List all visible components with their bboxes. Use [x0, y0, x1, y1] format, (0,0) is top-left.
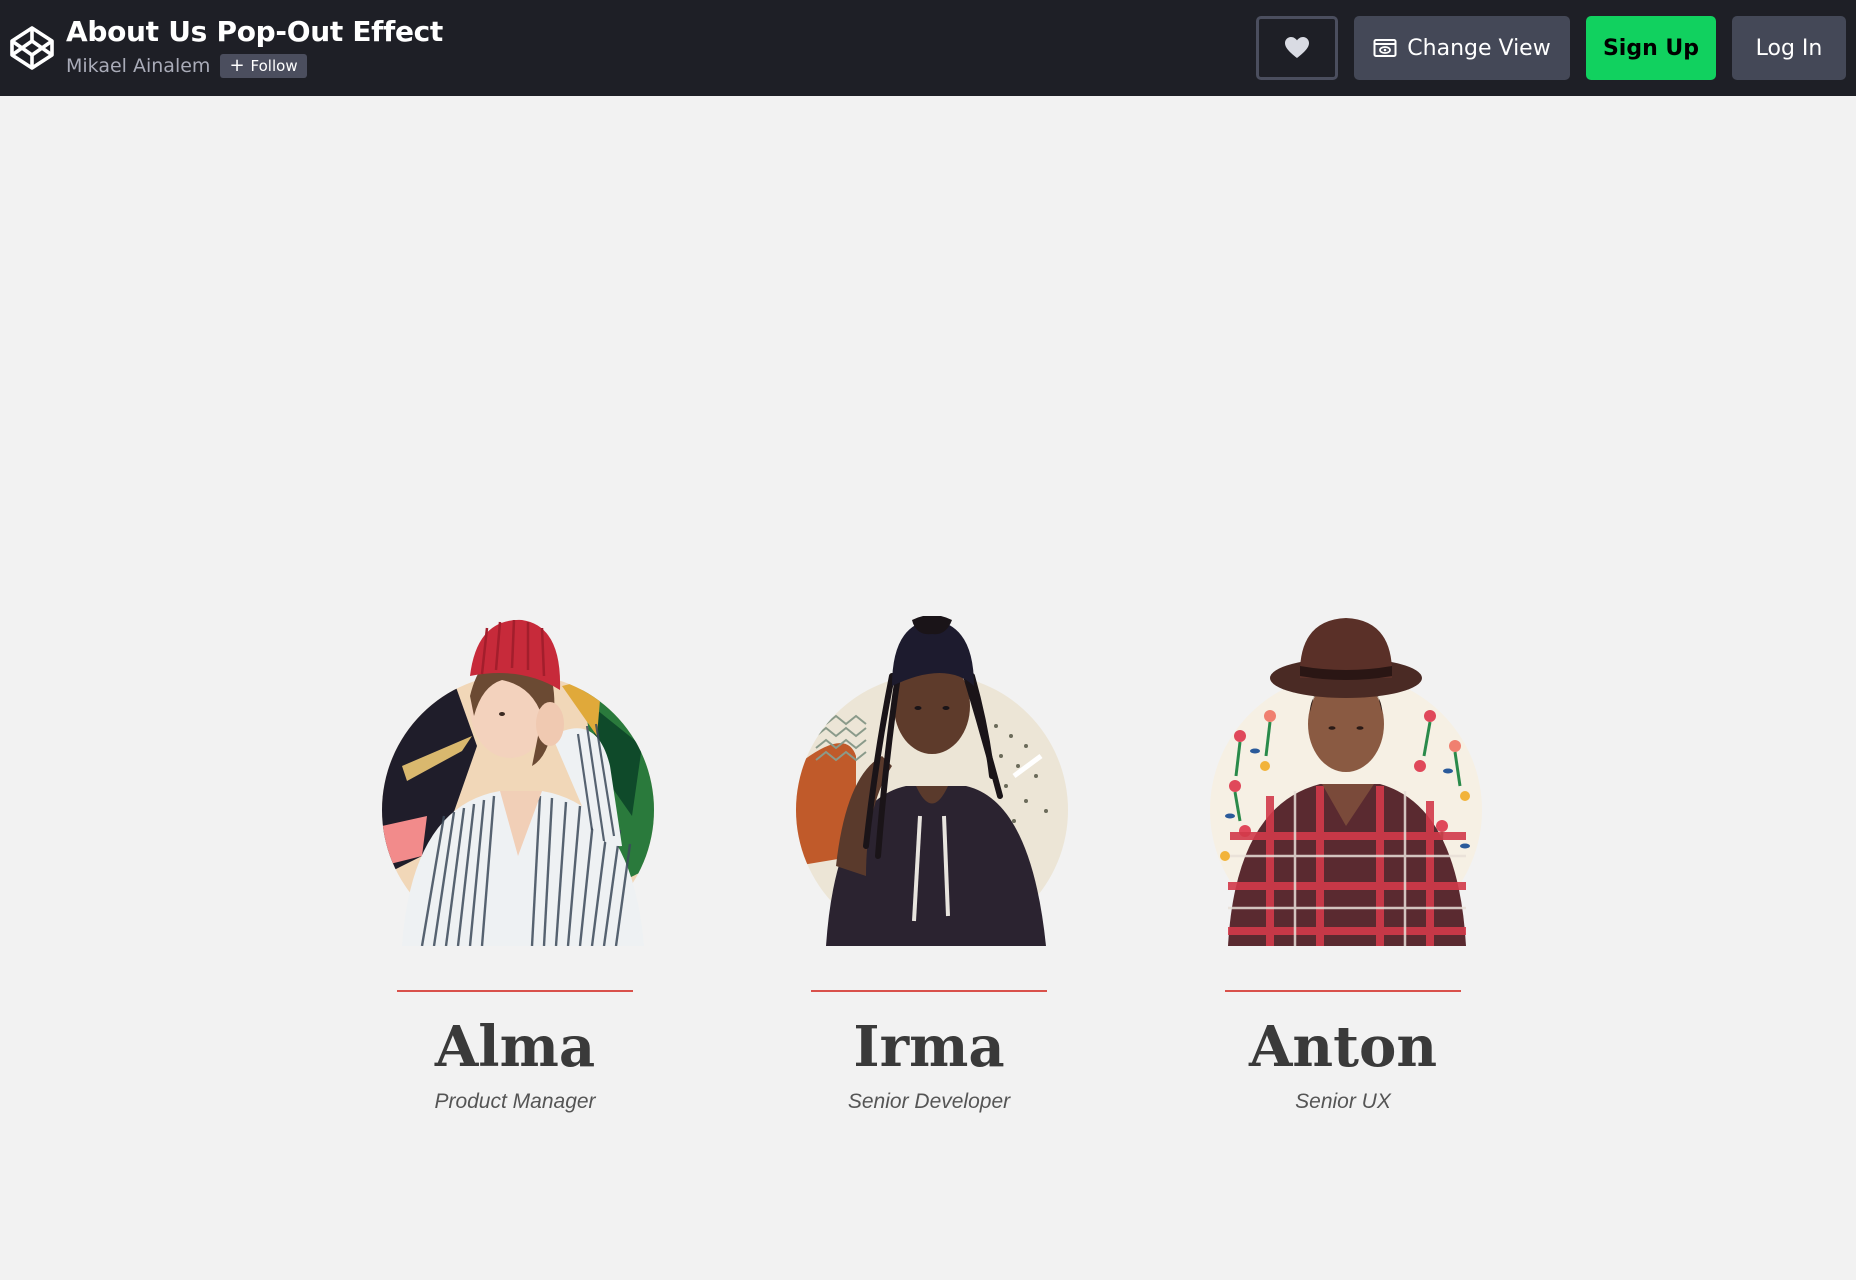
change-view-icon	[1373, 39, 1397, 57]
pen-title-area: About Us Pop-Out Effect Mikael Ainalem +…	[66, 12, 443, 78]
follow-button[interactable]: + Follow	[220, 54, 307, 78]
heart-button[interactable]	[1256, 16, 1338, 80]
team-role-irma: Senior Developer	[847, 1090, 1011, 1113]
divider-irma	[811, 990, 1047, 992]
avatar-irma	[796, 616, 1068, 946]
team-name-anton: Anton	[1248, 1014, 1438, 1080]
pen-title: About Us Pop-Out Effect	[66, 15, 444, 48]
team-role-anton: Senior UX	[1295, 1090, 1391, 1113]
team-card-alma[interactable]	[365, 616, 665, 1236]
change-view-label: Change View	[1407, 35, 1551, 61]
topbar: About Us Pop-Out Effect Mikael Ainalem +…	[0, 0, 1856, 96]
signup-button[interactable]: Sign Up	[1586, 16, 1716, 80]
follow-label: Follow	[250, 57, 298, 75]
divider-alma	[397, 990, 633, 992]
heart-icon	[1285, 37, 1309, 58]
author-row: Mikael Ainalem + Follow	[66, 54, 443, 78]
team-name-irma: Irma	[853, 1014, 1005, 1080]
team-role-alma: Product Manager	[434, 1090, 596, 1113]
avatar-anton	[1210, 618, 1482, 946]
login-button[interactable]: Log In	[1732, 16, 1846, 80]
codepen-logo-icon[interactable]	[8, 24, 56, 72]
team-name-alma: Alma	[434, 1014, 596, 1080]
change-view-button[interactable]: Change View	[1354, 16, 1570, 80]
avatar-alma	[382, 619, 654, 946]
plus-icon: +	[229, 55, 245, 76]
author-name[interactable]: Mikael Ainalem	[66, 54, 210, 78]
divider-anton	[1225, 990, 1461, 992]
team-card-anton[interactable]	[1193, 616, 1493, 1236]
team-card-irma[interactable]	[779, 616, 1079, 1236]
